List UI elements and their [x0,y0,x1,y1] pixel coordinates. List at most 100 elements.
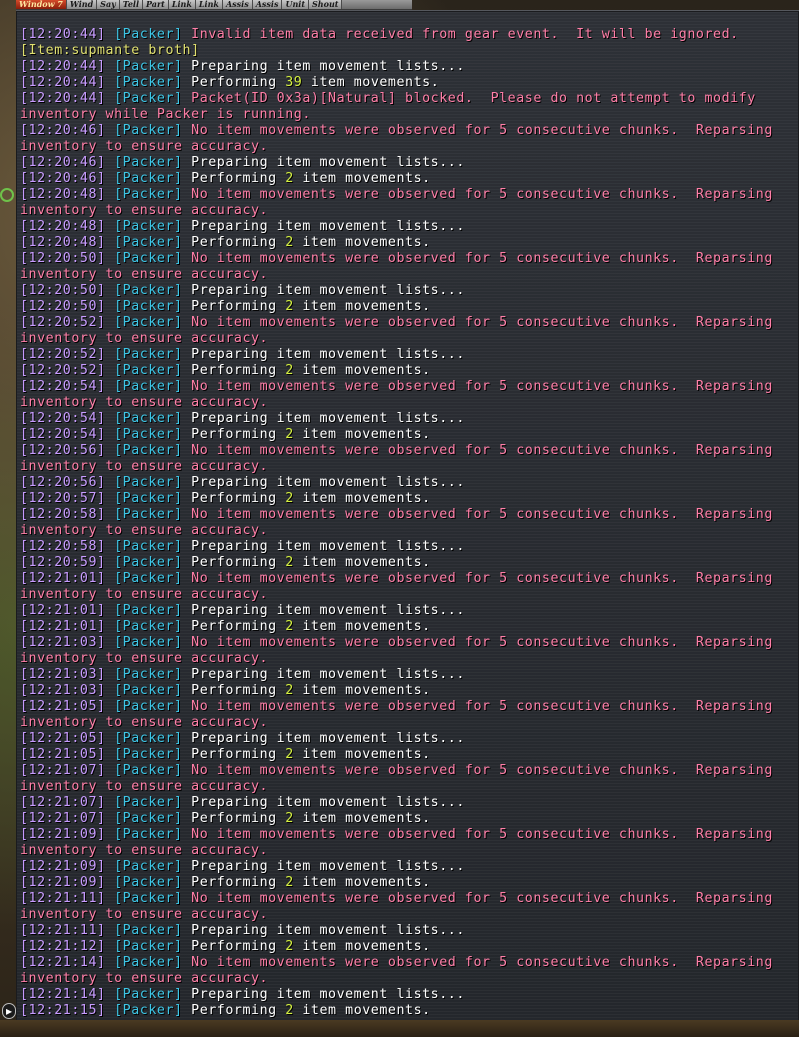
chat-message-text: Preparing item movement lists... [182,59,465,74]
chat-tab-bar: Window 7 Wind Say Tell Part Link Link Assis Assi… [16,0,412,10]
chat-source-tag: [Packer] [114,731,183,746]
chat-line: [12:21:14] [Packer] No item movements we… [20,955,795,971]
chat-tab-5[interactable]: Link [168,0,196,9]
chat-timestamp: [12:20:50] [20,251,106,266]
chat-line: [12:20:58] [Packer] No item movements we… [20,507,795,523]
chat-source-tag: [Packer] [114,747,183,762]
chat-count: 2 [285,427,294,442]
chat-log-lines: [12:20:44] [Packer] Invalid item data re… [20,27,795,1019]
chat-count: 39 [285,75,303,90]
chat-source-tag: [Packer] [114,683,183,698]
chat-source-tag: [Packer] [114,827,183,842]
chat-message-text: Preparing item movement lists... [182,283,465,298]
chat-timestamp: [12:21:01] [20,619,106,634]
chat-message-text: No item movements were observed for 5 co… [182,955,773,970]
chat-log-window[interactable]: [12:20:44] [Packer] Invalid item data re… [16,10,799,1021]
chat-line: [12:20:52] [Packer] No item movements we… [20,315,795,331]
chat-timestamp: [12:21:05] [20,747,106,762]
chat-message-text: item movements. [293,235,431,250]
ring-marker-icon [0,188,14,202]
chat-source-tag: [Packer] [114,315,183,330]
chat-timestamp: [12:20:46] [20,155,106,170]
chat-timestamp: [12:20:52] [20,315,106,330]
chat-message-text: No item movements were observed for 5 co… [182,187,773,202]
chat-timestamp: [12:20:46] [20,171,106,186]
chat-message-text: No item movements were observed for 5 co… [182,251,773,266]
chat-message-text: Preparing item movement lists... [182,795,465,810]
chat-timestamp: [12:20:50] [20,299,106,314]
chat-source-tag: [Packer] [114,491,183,506]
chat-source-tag: [Packer] [114,795,183,810]
chat-source-tag: [Packer] [114,507,183,522]
chat-message-text: No item movements were observed for 5 co… [182,507,773,522]
chat-tab-0[interactable]: Window 7 [16,0,67,9]
chat-timestamp: [12:21:09] [20,875,106,890]
chat-message-text: item movements. [293,491,431,506]
chat-line: [12:20:44] [Packer] Performing 39 item m… [20,75,795,91]
chat-timestamp: [12:21:09] [20,827,106,842]
chat-line: [12:21:11] [Packer] Preparing item movem… [20,923,795,939]
chat-line: inventory to ensure accuracy. [20,779,795,795]
chat-line: [12:21:01] [Packer] Preparing item movem… [20,603,795,619]
chat-source-tag: [Packer] [114,763,183,778]
chat-tab-8[interactable]: Assis [252,0,283,9]
chat-line: [12:20:59] [Packer] Performing 2 item mo… [20,555,795,571]
chat-message-text: Invalid item data received from gear eve… [182,27,739,42]
chat-timestamp: [12:21:14] [20,987,106,1002]
chat-message-text: item movements. [293,619,431,634]
chat-message-text: Performing [182,491,286,506]
chat-message-text: item movements. [293,683,431,698]
chat-line: [12:21:14] [Packer] Preparing item movem… [20,987,795,1003]
chat-tab-7[interactable]: Assis [222,0,253,9]
chat-timestamp: [12:21:03] [20,683,106,698]
chat-message-text: inventory while Packer is running. [20,107,311,122]
chat-message-text: No item movements were observed for 5 co… [182,443,773,458]
chat-message-text: Performing [182,875,286,890]
chat-line: [12:20:48] [Packer] Preparing item movem… [20,219,795,235]
chat-source-tag: [Packer] [114,299,183,314]
chat-message-text: inventory to ensure accuracy. [20,331,269,346]
chat-line: inventory to ensure accuracy. [20,203,795,219]
chat-line: [12:21:11] [Packer] No item movements we… [20,891,795,907]
chat-timestamp: [12:20:50] [20,283,106,298]
chat-source-tag: [Packer] [114,555,183,570]
chat-tab-9[interactable]: Unit [282,0,310,9]
chat-message-text: inventory to ensure accuracy. [20,459,269,474]
chat-source-tag: [Packer] [114,811,183,826]
chat-line: [12:20:57] [Packer] Performing 2 item mo… [20,491,795,507]
chat-source-tag: [Packer] [114,91,183,106]
chat-message-text: inventory to ensure accuracy. [20,395,269,410]
chat-line: [12:21:07] [Packer] Performing 2 item mo… [20,811,795,827]
chat-message-text: item movements. [293,939,431,954]
chat-line: [12:20:44] [Packer] Preparing item movem… [20,59,795,75]
chat-message-text: inventory to ensure accuracy. [20,267,269,282]
chat-line: inventory to ensure accuracy. [20,267,795,283]
chat-tab-4[interactable]: Part [142,0,169,9]
chat-source-tag: [Packer] [114,155,183,170]
chat-message-text: Preparing item movement lists... [182,475,465,490]
chat-tab-2[interactable]: Say [97,0,120,9]
chat-line: [12:20:48] [Packer] No item movements we… [20,187,795,203]
chat-message-text: item movements. [293,747,431,762]
chat-message-text: Performing [182,299,286,314]
bottom-hud-strip [0,1020,799,1037]
chat-tab-6[interactable]: Link [195,0,223,9]
chat-tab-10[interactable]: Shout [309,0,343,9]
chat-source-tag: [Packer] [114,187,183,202]
chat-message-text: item movements. [293,555,431,570]
chat-message-text: Performing [182,235,286,250]
chat-tab-3[interactable]: Tell [119,0,143,9]
chat-message-text: Performing [182,75,286,90]
chat-line: [12:21:09] [Packer] No item movements we… [20,827,795,843]
chat-timestamp: [12:21:07] [20,811,106,826]
chat-timestamp: [12:21:09] [20,859,106,874]
chat-message-text: No item movements were observed for 5 co… [182,827,773,842]
chat-line: [12:20:56] [Packer] No item movements we… [20,443,795,459]
chat-message-text: item movements. [293,299,431,314]
chat-tab-1[interactable]: Wind [66,0,98,9]
chat-line: [12:20:54] [Packer] No item movements we… [20,379,795,395]
scroll-down-arrow-icon[interactable]: ▸ [2,1003,16,1019]
chat-item-link[interactable]: [Item:supmante broth] [20,43,200,58]
chat-line: [12:21:05] [Packer] Preparing item movem… [20,731,795,747]
chat-message-text: Preparing item movement lists... [182,155,465,170]
